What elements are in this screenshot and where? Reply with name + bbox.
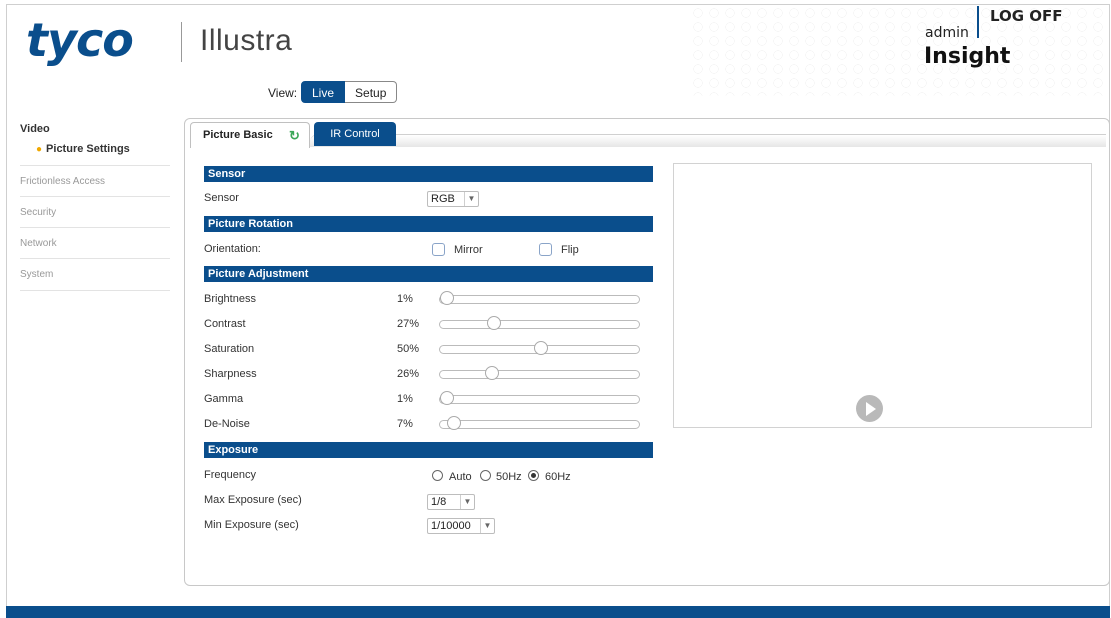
mirror-checkbox[interactable] <box>432 243 445 256</box>
tab-label: Picture Basic <box>203 129 273 141</box>
frequency-auto-radio[interactable] <box>432 470 443 481</box>
flip-label: Flip <box>561 244 579 256</box>
mirror-label: Mirror <box>454 244 483 256</box>
sensor-select[interactable]: RGB ▼ <box>427 191 479 207</box>
footer-bar <box>6 606 1110 618</box>
slider-label: Contrast <box>204 318 246 330</box>
slider-value: 27% <box>397 318 420 330</box>
setup-button[interactable]: Setup <box>345 81 398 103</box>
frequency-label: Frequency <box>204 469 256 481</box>
slider-track[interactable] <box>439 341 640 355</box>
max-exposure-value: 1/8 <box>431 496 447 508</box>
tab-picture-basic[interactable]: Picture Basic ↻ <box>190 122 310 148</box>
username: admin <box>925 25 969 41</box>
max-exposure-label: Max Exposure (sec) <box>204 494 302 506</box>
orientation-label: Orientation: <box>204 243 261 255</box>
slider-value: 1% <box>397 293 413 305</box>
live-button[interactable]: Live <box>301 81 346 103</box>
min-exposure-select[interactable]: 1/10000 ▼ <box>427 518 495 534</box>
slider-track[interactable] <box>439 416 640 430</box>
slider-label: Sharpness <box>204 368 257 380</box>
sidebar-item-picture-settings[interactable]: ● Picture Settings <box>36 143 130 155</box>
flip-checkbox[interactable] <box>539 243 552 256</box>
brand-logo: tyco <box>26 13 134 67</box>
sidebar-item-security[interactable]: Security <box>20 207 56 218</box>
insight-logo: Insight <box>924 44 1011 69</box>
chevron-down-icon: ▼ <box>464 192 478 206</box>
slider-label: Brightness <box>204 293 256 305</box>
section-header-picture-rotation: Picture Rotation <box>204 216 653 232</box>
sidebar-divider <box>20 165 170 166</box>
header-divider <box>977 6 979 38</box>
sidebar-item-frictionless-access[interactable]: Frictionless Access <box>20 176 105 187</box>
logo-divider <box>181 22 182 62</box>
product-name: Illustra <box>200 24 293 57</box>
slider-thumb[interactable] <box>447 416 462 430</box>
slider-thumb[interactable] <box>533 341 548 355</box>
sidebar-item-label: Picture Settings <box>46 143 130 155</box>
sidebar-divider <box>20 258 170 259</box>
sidebar-divider <box>20 290 170 291</box>
slider-label: Gamma <box>204 393 244 405</box>
slider-track[interactable] <box>439 316 640 330</box>
slider-value: 1% <box>397 393 413 405</box>
frequency-60hz-label: 60Hz <box>545 471 571 483</box>
view-toggle: Live Setup <box>301 81 398 103</box>
sidebar-divider <box>20 196 170 197</box>
slider-track[interactable] <box>439 366 640 380</box>
slider-value: 50% <box>397 343 420 355</box>
slider-thumb[interactable] <box>485 366 500 380</box>
slider-track[interactable] <box>439 391 640 405</box>
logoff-link[interactable]: LOG OFF <box>990 7 1063 25</box>
frequency-auto-label: Auto <box>449 471 472 483</box>
frequency-60hz-radio[interactable] <box>528 470 539 481</box>
section-header-exposure: Exposure <box>204 442 653 458</box>
video-preview <box>673 163 1092 428</box>
slider-label: Saturation <box>204 343 255 355</box>
frequency-50hz-label: 50Hz <box>496 471 522 483</box>
sidebar-item-system[interactable]: System <box>20 269 53 280</box>
bullet-icon: ● <box>36 144 43 155</box>
play-icon[interactable] <box>856 395 883 422</box>
chevron-down-icon: ▼ <box>460 495 474 509</box>
slider-thumb[interactable] <box>487 316 502 330</box>
max-exposure-select[interactable]: 1/8 ▼ <box>427 494 475 510</box>
frequency-50hz-radio[interactable] <box>480 470 491 481</box>
chevron-down-icon: ▼ <box>480 519 494 533</box>
refresh-icon[interactable]: ↻ <box>289 128 300 144</box>
slider-thumb[interactable] <box>440 291 454 305</box>
sidebar-divider <box>20 227 170 228</box>
slider-value: 7% <box>397 418 413 430</box>
sensor-label: Sensor <box>204 192 239 204</box>
tab-strip <box>310 134 1106 147</box>
slider-label: De-Noise <box>204 418 250 430</box>
slider-value: 26% <box>397 368 420 380</box>
tab-ir-control[interactable]: IR Control <box>314 122 396 146</box>
section-header-picture-adjustment: Picture Adjustment <box>204 266 653 282</box>
slider-track[interactable] <box>439 291 640 305</box>
slider-thumb[interactable] <box>440 391 454 405</box>
sidebar-section-video[interactable]: Video <box>20 123 50 135</box>
min-exposure-label: Min Exposure (sec) <box>204 519 299 531</box>
sensor-select-value: RGB <box>431 193 455 205</box>
view-label: View: <box>268 86 298 100</box>
min-exposure-value: 1/10000 <box>431 520 471 532</box>
section-header-sensor: Sensor <box>204 166 653 182</box>
sidebar-item-network[interactable]: Network <box>20 238 57 249</box>
